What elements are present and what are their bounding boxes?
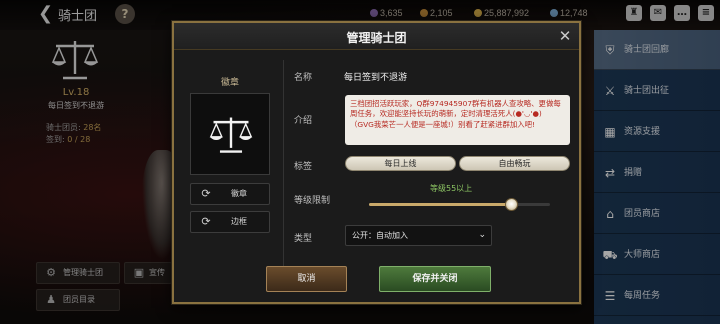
join-type-select[interactable]: 公开：自动加入 ⌄: [345, 225, 492, 246]
refresh-icon: ⟳: [201, 215, 211, 228]
scales-emblem-icon: [209, 117, 253, 153]
chevron-down-icon: ⌄: [478, 230, 486, 240]
tag-daily-online[interactable]: 每日上线: [345, 156, 456, 171]
tag-free-play[interactable]: 自由畅玩: [459, 156, 570, 171]
name-label: 名称: [294, 73, 313, 83]
intro-label: 介绍: [294, 116, 313, 126]
guild-name-field[interactable]: 每日签到不退游: [344, 70, 407, 83]
level-slider[interactable]: [369, 198, 550, 211]
level-limit-label: 等级限制: [294, 196, 331, 206]
tags-label: 标签: [294, 162, 313, 172]
cancel-button[interactable]: 取消: [266, 266, 347, 292]
dialog-title: 管理骑士团: [346, 31, 407, 45]
type-label: 类型: [294, 234, 313, 244]
refresh-icon: ⟳: [201, 187, 211, 200]
dialog-header: 管理骑士团 ✕: [174, 23, 579, 50]
badge-preview: [190, 93, 270, 175]
slider-fill: [369, 203, 511, 206]
change-emblem-button[interactable]: ⟳ 徽章: [190, 183, 270, 205]
level-limit-value: 等级55以上: [430, 184, 473, 193]
slider-handle[interactable]: [504, 198, 518, 211]
divider: [283, 60, 284, 267]
badge-label: 徽章: [220, 78, 239, 88]
close-icon[interactable]: ✕: [556, 27, 574, 45]
change-frame-button[interactable]: ⟳ 边框: [190, 211, 270, 233]
save-and-close-button[interactable]: 保存并关闭: [379, 266, 491, 292]
intro-textarea[interactable]: 三档团招活跃玩家，Q群974945907群有机器人查攻略、更做每周任务，欢迎能坚…: [345, 95, 570, 145]
manage-guild-dialog: 管理骑士团 ✕ 徽章 ⟳ 徽章 ⟳ 边框 名称 每日签到不退游 介绍 三档团招活…: [172, 21, 581, 304]
